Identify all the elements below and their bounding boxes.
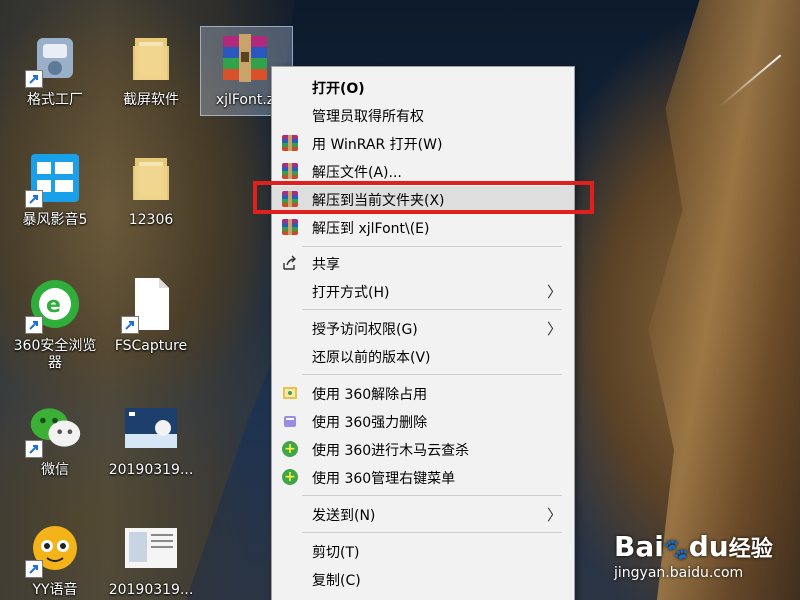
menu-separator [302,246,562,247]
format-factory-icon [25,30,83,88]
watermark-brand: Bai [614,530,664,563]
menu-item-label: 解压文件(A)... [312,165,402,181]
shortcut-arrow-icon [25,316,43,334]
menu-item-label: 复制(C) [312,573,361,589]
menu-item-label: 使用 360管理右键菜单 [312,471,456,487]
desktop-icon-label: 360安全浏览器 [13,338,97,371]
menu-item-restore-versions[interactable]: 还原以前的版本(V) [272,343,574,369]
desktop-icon-label: 暴风影音5 [22,212,88,228]
folder-icon [123,150,179,206]
yy-voice-icon [25,520,83,578]
desktop-icon-label: 微信 [41,462,69,478]
folder-icon [123,30,179,86]
menu-item-copy[interactable]: 复制(C) [272,566,574,592]
storm-player-icon [25,150,83,208]
menu-item-360-force-delete[interactable]: 使用 360强力删除 [272,408,574,434]
menu-item-send-to[interactable]: 发送到(N) 〉 [272,501,574,527]
desktop-icon-yy-voice[interactable]: YY语音 [10,520,100,599]
chevron-right-icon: 〉 [546,506,562,524]
shortcut-arrow-icon [25,70,43,88]
desktop-icon-label: 格式工厂 [27,92,83,108]
360-manage-icon: + [282,469,298,485]
svg-text:e: e [46,293,61,318]
desktop-icon-12306-folder[interactable]: 12306 [106,150,196,229]
menu-item-label: 打开(O) [312,81,365,97]
winrar-icon [282,135,298,151]
desktop-wallpaper: 格式工厂 暴风影音5 e 360安全浏览器 微信 YY语音 截屏软件 12306… [0,0,800,600]
watermark-suffix: 经验 [728,537,773,562]
menu-item-label: 共享 [312,257,340,273]
context-menu: 打开(O) 管理员取得所有权 用 WinRAR 打开(W) 解压文件(A)...… [271,66,575,600]
menu-item-label: 发送到(N) [312,508,376,524]
desktop-icon-image-2[interactable]: 20190319... [106,520,196,599]
360-shred-icon [282,413,298,429]
wechat-icon [25,400,83,458]
menu-item-label: 授予访问权限(G) [312,322,418,338]
share-icon [282,255,298,271]
360-browser-icon: e [25,276,83,334]
menu-item-label: 剪切(T) [312,545,360,561]
menu-item-360-unlock[interactable]: 使用 360解除占用 [272,380,574,406]
menu-item-label: 解压到 xjlFont\(E) [312,221,430,237]
menu-item-cut[interactable]: 剪切(T) [272,538,574,564]
menu-item-label: 使用 360强力删除 [312,415,428,431]
desktop-icon-label: 20190319... [108,582,194,598]
shortcut-arrow-icon [25,440,43,458]
menu-item-label: 用 WinRAR 打开(W) [312,137,443,153]
desktop-icon-label: 20190319... [108,462,194,478]
menu-item-label: 管理员取得所有权 [312,109,424,125]
file-icon [121,276,179,334]
watermark-du: du [688,530,729,563]
360-unlock-icon [282,385,298,401]
baidu-jingyan-watermark: Bai🐾du经验 jingyan.baidu.com [614,530,773,581]
menu-item-open-with-winrar[interactable]: 用 WinRAR 打开(W) [272,130,574,156]
menu-item-open[interactable]: 打开(O) [272,74,574,100]
winrar-archive-icon [217,30,273,86]
menu-item-label: 还原以前的版本(V) [312,350,431,366]
image-thumbnail-icon [123,400,179,456]
menu-item-label: 打开方式(H) [312,285,390,301]
menu-item-360-manage-menu[interactable]: + 使用 360管理右键菜单 [272,464,574,490]
winrar-icon [282,219,298,235]
paw-icon: 🐾 [663,537,689,561]
menu-separator [302,309,562,310]
menu-item-label: 使用 360解除占用 [312,387,428,403]
desktop-icon-image-1[interactable]: 20190319... [106,400,196,479]
chevron-right-icon: 〉 [546,283,562,301]
desktop-icon-format-factory[interactable]: 格式工厂 [10,30,100,109]
shortcut-arrow-icon [121,316,139,334]
desktop-icon-label: 截屏软件 [123,92,179,108]
menu-separator [302,374,562,375]
watermark-url: jingyan.baidu.com [614,565,744,581]
winrar-icon [282,163,298,179]
menu-item-open-with[interactable]: 打开方式(H) 〉 [272,278,574,304]
desktop-icon-fscapture[interactable]: FSCapture [106,276,196,355]
desktop-icon-label: YY语音 [32,582,78,598]
desktop-icon-wechat[interactable]: 微信 [10,400,100,479]
menu-item-share[interactable]: 共享 [272,250,574,276]
menu-separator [302,495,562,496]
desktop-icon-storm-player[interactable]: 暴风影音5 [10,150,100,229]
menu-separator [302,532,562,533]
image-thumbnail-icon [123,520,179,576]
menu-item-take-ownership[interactable]: 管理员取得所有权 [272,102,574,128]
menu-item-label: 使用 360进行木马云查杀 [312,443,470,459]
desktop-icon-label: FSCapture [114,338,188,354]
menu-item-grant-access[interactable]: 授予访问权限(G) 〉 [272,315,574,341]
menu-item-extract-to-folder[interactable]: 解压到 xjlFont\(E) [272,214,574,240]
360-scan-icon: + [282,441,298,457]
shortcut-arrow-icon [25,190,43,208]
wallpaper-rock-right [648,0,800,600]
menu-item-360-trojan-scan[interactable]: + 使用 360进行木马云查杀 [272,436,574,462]
shortcut-arrow-icon [25,560,43,578]
desktop-icon-screenshot-folder[interactable]: 截屏软件 [106,30,196,109]
watermark-logo: Bai🐾du经验 [614,530,773,563]
desktop-icon-360-browser[interactable]: e 360安全浏览器 [10,276,100,372]
highlight-annotation-box [253,181,594,214]
chevron-right-icon: 〉 [546,320,562,338]
desktop-icon-label: 12306 [128,212,174,228]
